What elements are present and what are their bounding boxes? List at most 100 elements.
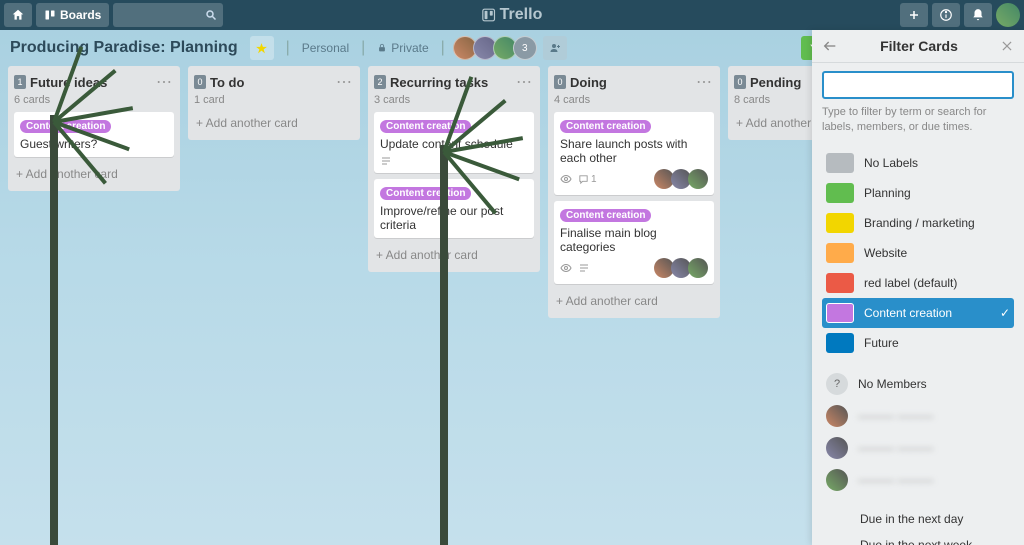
card[interactable]: Content creation Share launch posts with … <box>554 112 714 195</box>
filter-no-members[interactable]: ? No Members <box>822 368 1014 400</box>
lock-icon <box>377 43 387 53</box>
invite-button[interactable] <box>543 36 567 60</box>
filter-due-row[interactable]: Due in the next day <box>822 506 1014 532</box>
list-menu-button[interactable]: ⋯ <box>154 72 174 92</box>
add-user-icon <box>549 42 561 54</box>
label-swatch <box>826 333 854 353</box>
home-button[interactable] <box>4 3 32 27</box>
search-icon <box>205 9 217 21</box>
card[interactable]: Content creation Finalise main blog categ… <box>554 201 714 284</box>
card-label: Content creation <box>380 120 471 133</box>
list: 0 Doing ⋯ 4 cards Content creation Share laun… <box>548 66 720 318</box>
list-name[interactable]: To do <box>210 75 330 90</box>
member-avatar <box>826 437 848 459</box>
list-filter-badge: 1 <box>14 75 26 89</box>
add-card-button[interactable]: + Add another card <box>194 112 354 134</box>
filter-label-row[interactable]: Future <box>822 328 1014 358</box>
team-name[interactable]: Personal <box>302 41 349 55</box>
board-members: 3 <box>457 36 567 60</box>
label-swatch <box>826 243 854 263</box>
panel-back-button[interactable] <box>822 38 838 54</box>
notifications-button[interactable] <box>964 3 992 27</box>
label-name: Website <box>864 246 907 260</box>
add-card-button[interactable]: + Add another card <box>554 290 714 312</box>
card-label: Content creation <box>560 209 651 222</box>
star-icon <box>255 42 268 55</box>
bell-icon <box>971 8 985 22</box>
question-icon: ? <box>826 373 848 395</box>
filter-label-row[interactable]: Content creation ✓ <box>822 298 1014 328</box>
member-avatar <box>826 405 848 427</box>
list-name[interactable]: Doing <box>570 75 690 90</box>
list: 0 To do ⋯ 1 card + Add another card <box>188 66 360 140</box>
eye-icon <box>560 262 572 274</box>
label-swatch <box>826 273 854 293</box>
list-card-count: 3 cards <box>374 94 534 106</box>
panel-title: Filter Cards <box>838 38 1000 54</box>
label-name: No Labels <box>864 156 918 170</box>
close-icon <box>1000 39 1014 53</box>
arrow-left-icon <box>822 38 838 54</box>
member-name: ——— ——— <box>858 473 933 487</box>
list-name[interactable]: Recurring tasks <box>390 75 510 90</box>
filter-member-row[interactable]: ——— ——— <box>822 400 1014 432</box>
panel-close-button[interactable] <box>1000 39 1014 53</box>
card-member-avatar[interactable] <box>688 258 708 278</box>
filter-label-row[interactable]: Website <box>822 238 1014 268</box>
star-button[interactable] <box>250 36 274 60</box>
filter-due-row[interactable]: Due in the next week <box>822 532 1014 545</box>
member-overflow[interactable]: 3 <box>513 36 537 60</box>
visibility[interactable]: Private <box>377 41 428 55</box>
label-swatch <box>826 153 854 173</box>
list-name[interactable]: Future ideas <box>30 75 150 90</box>
filter-panel: Filter Cards Type to filter by term or s… <box>812 30 1024 545</box>
label-swatch <box>826 183 854 203</box>
card-title: Share launch posts with each other <box>560 137 687 165</box>
list-card-count: 4 cards <box>554 94 714 106</box>
list-menu-button[interactable]: ⋯ <box>334 72 354 92</box>
label-name: Planning <box>864 186 911 200</box>
label-name: Future <box>864 336 899 350</box>
member-name: ——— ——— <box>858 441 933 455</box>
description-icon <box>578 262 590 274</box>
palm-tree-decoration <box>50 115 58 545</box>
user-avatar[interactable] <box>996 3 1020 27</box>
filter-label-row[interactable]: No Labels <box>822 148 1014 178</box>
boards-label: Boards <box>60 8 101 22</box>
list-menu-button[interactable]: ⋯ <box>514 72 534 92</box>
top-navbar: Boards Trello <box>0 0 1024 30</box>
filter-label-row[interactable]: Planning <box>822 178 1014 208</box>
palm-tree-decoration <box>440 145 448 545</box>
label-name: Content creation <box>864 306 952 320</box>
comment-icon <box>578 174 589 185</box>
global-search[interactable] <box>113 3 223 27</box>
card-title: Finalise main blog categories <box>560 226 657 254</box>
label-swatch <box>826 303 854 323</box>
eye-icon <box>560 173 572 185</box>
create-button[interactable] <box>900 3 928 27</box>
boards-button[interactable]: Boards <box>36 3 109 27</box>
filter-member-row[interactable]: ——— ——— <box>822 464 1014 496</box>
trello-logo[interactable]: Trello <box>482 6 543 24</box>
filter-input[interactable] <box>822 71 1014 99</box>
info-icon <box>939 8 953 22</box>
info-button[interactable] <box>932 3 960 27</box>
filter-label-row[interactable]: red label (default) <box>822 268 1014 298</box>
list-filter-badge: 0 <box>554 75 566 89</box>
filter-help-text: Type to filter by term or search for lab… <box>822 105 1014 136</box>
check-icon: ✓ <box>1000 306 1010 320</box>
filter-label-row[interactable]: Branding / marketing <box>822 208 1014 238</box>
card-member-avatar[interactable] <box>688 169 708 189</box>
list-card-count: 6 cards <box>14 94 174 106</box>
label-swatch <box>826 213 854 233</box>
filter-member-row[interactable]: ——— ——— <box>822 432 1014 464</box>
card-label: Content creation <box>560 120 651 133</box>
member-name: ——— ——— <box>858 409 933 423</box>
board-title[interactable]: Producing Paradise: Planning <box>10 39 238 57</box>
member-avatar <box>826 469 848 491</box>
list-menu-button[interactable]: ⋯ <box>694 72 714 92</box>
list-card-count: 1 card <box>194 94 354 106</box>
list-filter-badge: 2 <box>374 75 386 89</box>
label-name: red label (default) <box>864 276 957 290</box>
list-filter-badge: 0 <box>194 75 206 89</box>
